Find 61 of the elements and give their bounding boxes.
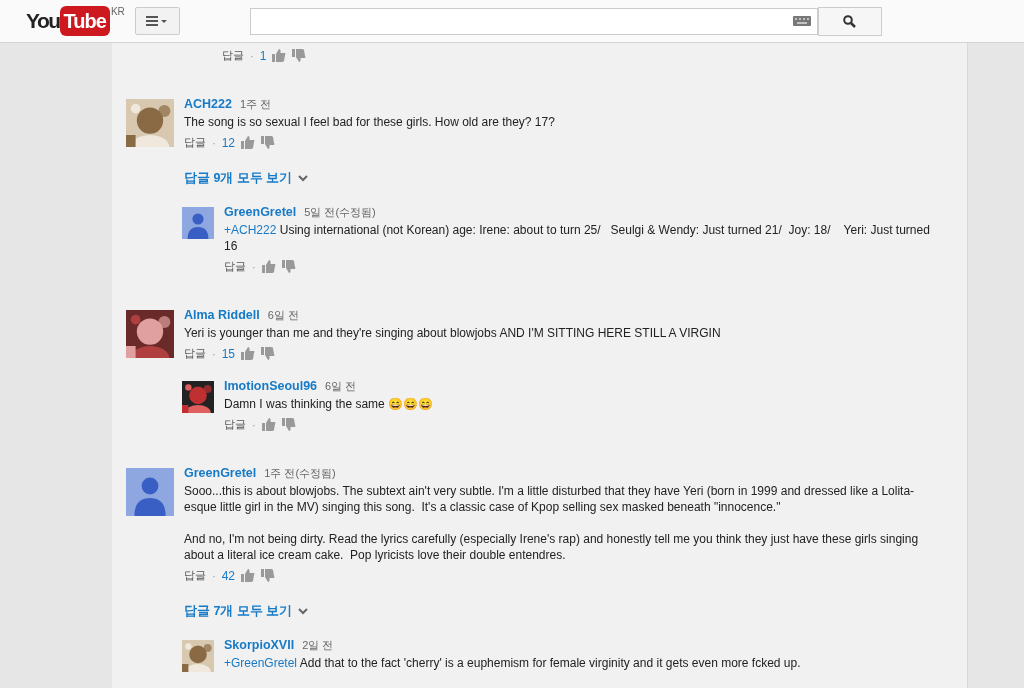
separator-dot: ·: [250, 49, 254, 62]
thumbs-up-icon[interactable]: [261, 418, 276, 431]
thumbs-down-icon[interactable]: [281, 260, 296, 273]
view-replies-link[interactable]: 답글 7개 모두 보기: [184, 603, 967, 620]
menu-icon: [146, 16, 169, 26]
comment-text: +GreenGretel Add that to the fact 'cherry' is a euphemism for female virginity and it gets even more fcked up.: [224, 655, 802, 671]
comment-time: 5일 전(수정됨): [304, 205, 376, 220]
comment-time: 6일 전: [325, 379, 357, 394]
mention-link[interactable]: +GreenGretel: [224, 656, 298, 670]
comment-author[interactable]: ACH222: [184, 97, 232, 111]
thumbs-down-icon[interactable]: [292, 49, 307, 62]
thumbs-up-icon[interactable]: [241, 569, 256, 582]
thumbs-down-icon[interactable]: [261, 136, 276, 149]
separator-dot: ·: [252, 418, 256, 431]
comment-time: 6일 전: [267, 308, 299, 323]
comment-text: Yeri is younger than me and they're singing about blowjobs AND I'M SITTING HERE STILL A VIRGIN: [184, 325, 722, 341]
reply-link[interactable]: 답글: [222, 48, 244, 63]
mention-link[interactable]: +ACH222: [224, 223, 277, 237]
separator-dot: ·: [252, 260, 256, 273]
comment-author[interactable]: GreenGretel: [184, 466, 257, 480]
chevron-down-icon: [298, 175, 309, 182]
thumbs-down-icon[interactable]: [281, 418, 296, 431]
comment-author[interactable]: Alma Riddell: [184, 308, 260, 322]
view-replies-link[interactable]: 답글 9개 모두 보기: [184, 170, 967, 187]
reply-link[interactable]: 답글: [184, 135, 206, 150]
like-count: 12: [221, 135, 236, 150]
comment-text: Damn I was thinking the same 😄😄😄: [224, 396, 435, 412]
thumbs-up-icon[interactable]: [241, 136, 256, 149]
guide-menu-button[interactable]: [134, 7, 180, 35]
default-avatar-icon: [182, 207, 214, 239]
reply-link[interactable]: 답글: [184, 346, 206, 361]
reply-link[interactable]: 답글: [224, 259, 246, 274]
separator-dot: ·: [212, 136, 216, 149]
search-field[interactable]: [249, 7, 818, 35]
reply-link[interactable]: 답글: [224, 417, 246, 432]
chevron-down-icon: [298, 608, 309, 615]
comment-author[interactable]: GreenGretel: [224, 205, 297, 219]
comment-time: 2일 전: [302, 638, 334, 653]
like-count: 42: [221, 568, 236, 583]
like-count: 1: [259, 48, 267, 63]
thumbs-up-icon[interactable]: [261, 260, 276, 273]
separator-dot: ·: [212, 569, 216, 582]
keyboard-icon[interactable]: [792, 16, 811, 26]
comment-author[interactable]: SkorpioXVII: [224, 638, 295, 652]
thumbs-up-icon[interactable]: [241, 347, 256, 360]
comment-time: 1주 전(수정됨): [264, 466, 336, 481]
comment-text: And no, I'm not being dirty. Read the lyrics carefully (especially Irene's rap) and honestly tell me you think they just have these girls singing about a literal ice cream cake. Pop lyricists love their double entendres.: [184, 531, 920, 563]
comment-text: Sooo...this is about blowjobs. The subtext ain't very subtle. I'm a little disturbed that they have Yeri (born in 1999 and dressed like a Lolita-esque little girl in the MV) singing this song. It's a classic case of Kpop selling sex masked beneath "innocence.": [184, 483, 916, 515]
default-avatar-icon: [126, 468, 174, 516]
separator-dot: ·: [212, 347, 216, 360]
reply-link[interactable]: 답글: [184, 568, 206, 583]
comment-time: 1주 전: [239, 97, 272, 112]
comment-author[interactable]: ImotionSeoul96: [224, 379, 318, 393]
thumbs-down-icon[interactable]: [261, 347, 276, 360]
comment-text: +ACH222 Using international (not Korean) age: Irene: about to turn 25/ Seulgi & Wendy: Just turned 21/ Joy: 18/ Yeri: Just turned 16: [224, 222, 931, 254]
thumbs-up-icon[interactable]: [272, 49, 287, 62]
comment-text: The song is so sexual I feel bad for these girls. How old are they? 17?: [184, 114, 556, 130]
thumbs-down-icon[interactable]: [261, 569, 276, 582]
like-count: 15: [221, 346, 236, 361]
search-button[interactable]: [817, 6, 882, 36]
search-icon: [843, 14, 857, 28]
